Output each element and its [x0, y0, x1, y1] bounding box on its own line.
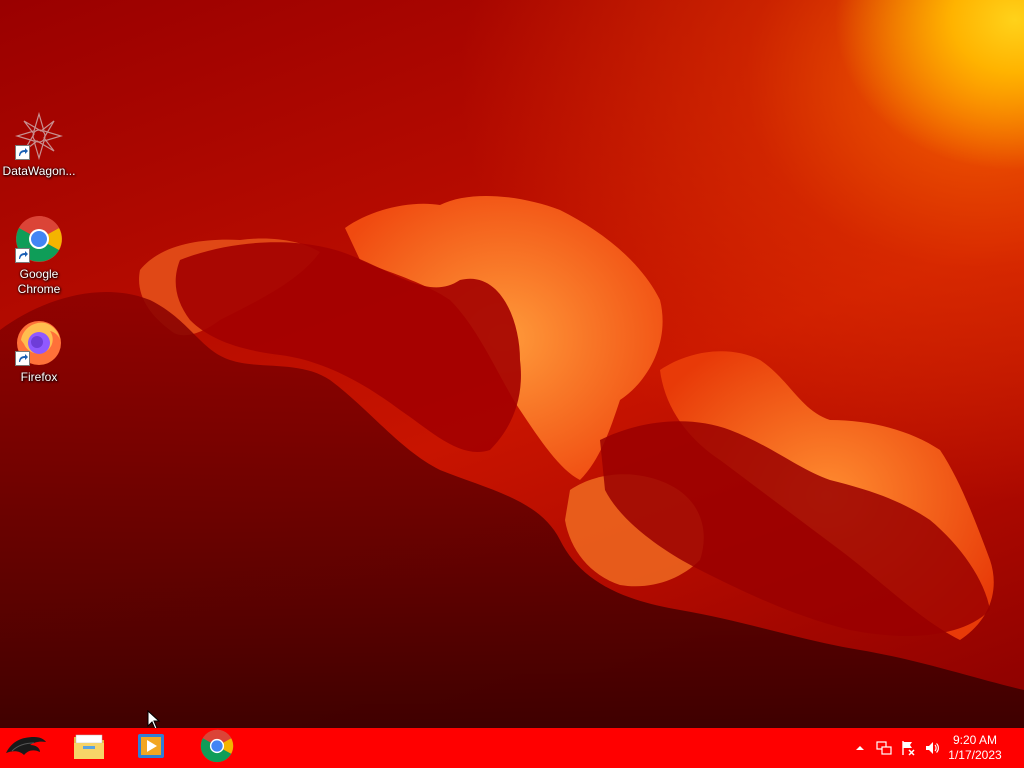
system-tray: 9:20 AM 1/17/2023 [844, 728, 1024, 768]
wallpaper-clouds [0, 195, 1024, 728]
taskbar-media-player-button[interactable] [120, 728, 182, 768]
clock-date: 1/17/2023 [948, 748, 1002, 762]
desktop-icon-label: DataWagon... [2, 164, 76, 178]
shortcut-arrow-icon [15, 145, 30, 160]
desktop-wallpaper[interactable]: DataWagon... Google Chrome Firefox [0, 0, 1024, 728]
taskbar: 9:20 AM 1/17/2023 [0, 728, 1024, 768]
desktop-icon-label: Google Chrome [17, 267, 61, 296]
folder-icon [73, 731, 105, 766]
action-center-flag-icon[interactable] [900, 740, 916, 756]
shortcut-arrow-icon [15, 248, 30, 263]
media-player-icon [136, 731, 166, 766]
start-button[interactable] [0, 728, 52, 768]
taskbar-file-explorer-button[interactable] [58, 728, 120, 768]
desktop-icon-label: Firefox [20, 370, 58, 384]
firefox-icon [15, 318, 63, 366]
network-icon[interactable] [876, 740, 892, 756]
desktop-icon-datawagon[interactable]: DataWagon... [2, 111, 76, 179]
chrome-icon [15, 215, 63, 263]
shortcut-arrow-icon [15, 351, 30, 366]
clock-time: 9:20 AM [952, 733, 998, 747]
volume-icon[interactable] [924, 740, 940, 756]
datawagon-icon [14, 111, 64, 161]
taskbar-chrome-button[interactable] [186, 728, 248, 768]
desktop-icon-google-chrome[interactable]: Google Chrome [2, 215, 76, 297]
desktop-icon-firefox[interactable]: Firefox [2, 318, 76, 385]
taskbar-clock[interactable]: 9:20 AM 1/17/2023 [940, 733, 1010, 763]
chrome-icon [200, 729, 234, 768]
rog-logo-icon [4, 733, 48, 764]
chevron-up-icon[interactable] [852, 740, 868, 756]
